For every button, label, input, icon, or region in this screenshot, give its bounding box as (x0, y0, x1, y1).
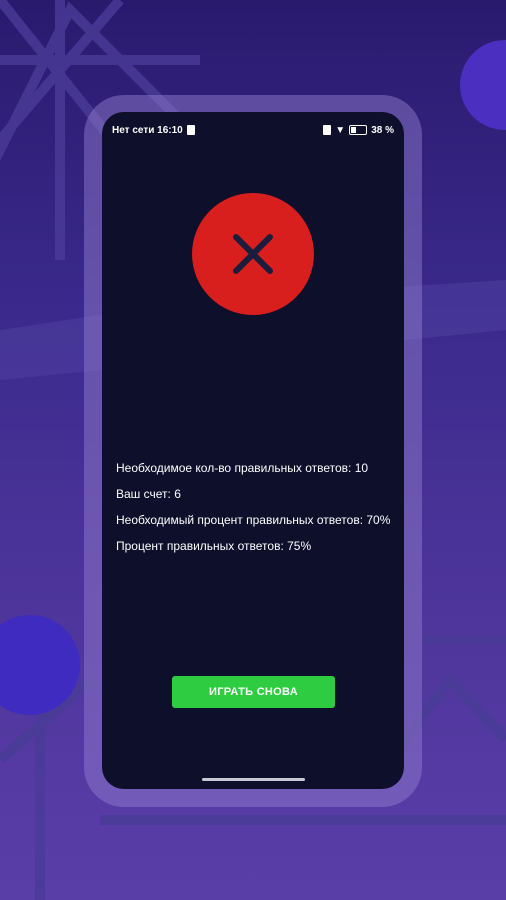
results-block: Необходимое кол-во правильных ответов: 1… (116, 460, 391, 564)
app-screen: Нет сети 16:10 ▼ 38 % Необходимое кол-во… (102, 112, 404, 789)
battery-percent: 38 % (371, 124, 394, 136)
nfc-icon (323, 125, 332, 135)
notification-icon (186, 125, 195, 135)
required-percent-text: Необходимый процент правильных ответов: … (116, 513, 391, 527)
carrier-time: Нет сети 16:10 (112, 124, 183, 136)
score-text: Ваш счет: 6 (116, 487, 181, 501)
required-correct-text: Необходимое кол-во правильных ответов: 1… (116, 461, 369, 475)
home-indicator[interactable] (202, 778, 305, 781)
battery-icon (349, 125, 368, 135)
fail-indicator (192, 193, 314, 315)
correct-percent-text: Процент правильных ответов: 75% (116, 539, 312, 553)
status-bar: Нет сети 16:10 ▼ 38 % (112, 122, 394, 138)
close-icon (233, 234, 273, 274)
wifi-icon: ▼ (335, 124, 346, 136)
play-again-button[interactable]: ИГРАТЬ СНОВА (172, 676, 335, 708)
